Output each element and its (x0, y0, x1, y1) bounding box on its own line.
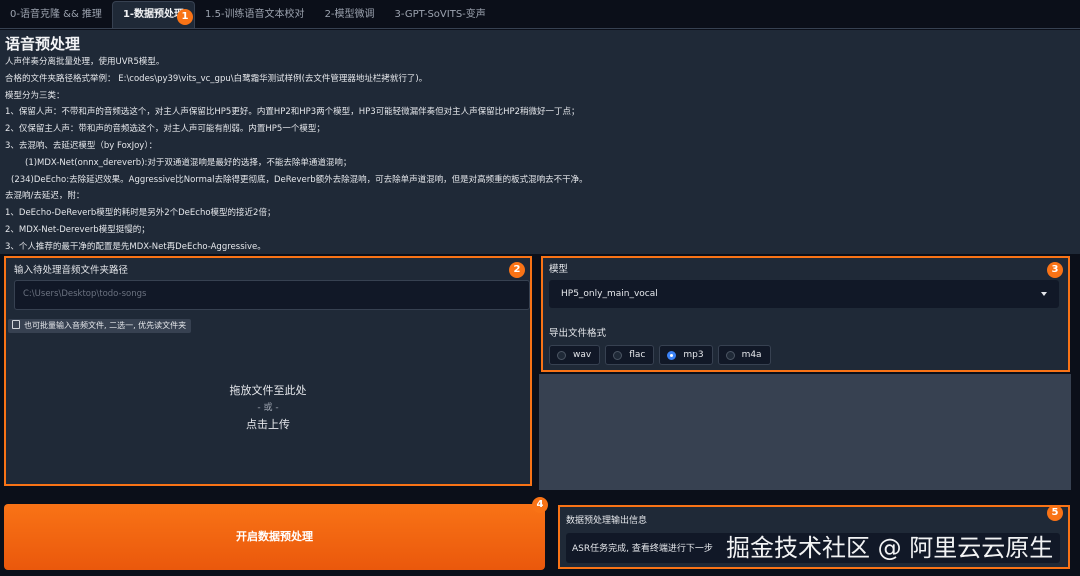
input-folder-panel: 输入待处理音频文件夹路径 C:\Users\Desktop\todo-songs… (4, 256, 532, 486)
radio-selected-icon (667, 350, 677, 360)
intro-section: 语音预处理 人声伴奏分离批量处理，使用UVR5模型。 合格的文件夹路径格式举例：… (0, 30, 1080, 254)
intro-line: 2、MDX-Net-Dereverb模型挺慢的； (5, 224, 150, 235)
format-option-label: wav (573, 350, 592, 360)
intro-line: 模型分为三类： (5, 90, 65, 101)
intro-line: 2、仅保留主人声：带和声的音频选这个，对主人声可能有削弱。内置HP5一个模型； (5, 124, 325, 135)
model-label: 模型 (549, 264, 569, 275)
chevron-down-icon (1041, 292, 1047, 296)
watermark: 掘金技术社区 @ 阿里云云原生 (726, 534, 1054, 562)
or-text: - 或 - (257, 403, 279, 413)
intro-line: 去混响/去延迟，附： (5, 191, 85, 202)
file-icon (12, 320, 20, 329)
format-option-flac[interactable]: flac (605, 345, 655, 365)
page-title: 语音预处理 (5, 35, 81, 53)
format-option-wav[interactable]: wav (549, 345, 601, 365)
format-option-label: mp3 (683, 350, 704, 360)
radio-icon (613, 350, 623, 360)
radio-icon (557, 350, 566, 360)
start-preprocess-button[interactable]: 开启数据预处理 (4, 504, 545, 570)
tab-bar: 0-语音克隆 && 推理 1-数据预处理 1.5-训练语音文本校对 2-模型微调… (0, 0, 1080, 29)
step-badge-4: 4 (532, 497, 548, 513)
radio-icon (725, 350, 735, 360)
drop-text: 拖放文件至此处 (229, 384, 307, 397)
intro-line: 1、保留人声：不带和声的音频选这个，对主人声保留比HP5更好。内置HP2和HP3… (5, 107, 580, 118)
format-option-mp3[interactable]: mp3 (659, 345, 713, 365)
step-badge-2: 2 (509, 262, 525, 278)
intro-line: 人声伴奏分离批量处理，使用UVR5模型。 (5, 57, 165, 67)
format-option-label: flac (629, 350, 646, 360)
intro-text: 人声伴奏分离批量处理，使用UVR5模型。 合格的文件夹路径格式举例： E:\co… (5, 54, 588, 256)
empty-panel-area (539, 374, 1071, 490)
model-dropdown[interactable]: HP5_only_main_vocal (549, 280, 1059, 308)
file-drop-zone[interactable]: 拖放文件至此处 - 或 - 点击上传 (6, 338, 530, 484)
tab-voice-clone[interactable]: 0-语音克隆 && 推理 (0, 2, 112, 28)
format-radio-group: wav flac mp3 m4a (549, 345, 771, 365)
upload-text[interactable]: 点击上传 (6, 416, 530, 432)
batch-files-hint: 也可批量输入音频文件, 二选一, 优先读文件夹 (8, 319, 192, 333)
intro-line: (1)MDX-Net(onnx_dereverb):对于双通道混响是最好的选择，… (25, 157, 352, 168)
tab-model-finetune[interactable]: 2-模型微调 (315, 2, 385, 28)
step-badge-5: 5 (1047, 505, 1063, 521)
format-option-m4a[interactable]: m4a (717, 345, 771, 365)
intro-line: 3、去混响、去延迟模型（by FoxJoy）： (5, 140, 158, 151)
intro-line: 3、个人推荐的最干净的配置是先MDX-Net再DeEcho-Aggressive… (5, 241, 266, 252)
model-settings-panel: 模型 HP5_only_main_vocal 导出文件格式 wav flac m… (541, 256, 1070, 372)
format-option-label: m4a (741, 350, 762, 360)
intro-line: (234)DeEcho:去除延迟效果。Aggressive比Normal去除得更… (11, 174, 588, 185)
step-badge-3: 3 (1047, 262, 1063, 278)
tab-sovits-voice-change[interactable]: 3-GPT-SoVITS-变声 (385, 2, 496, 28)
intro-line: 1、DeEcho-DeReverb模型的耗时是另外2个DeEcho模型的接近2倍… (5, 208, 276, 219)
output-label: 数据预处理输出信息 (566, 516, 648, 526)
intro-line: 合格的文件夹路径格式举例： E:\codes\py39\vits_vc_gpu\… (5, 73, 428, 84)
step-badge-1: 1 (177, 9, 193, 25)
format-label: 导出文件格式 (549, 328, 607, 339)
tab-text-proofread[interactable]: 1.5-训练语音文本校对 (195, 2, 315, 28)
input-folder-label: 输入待处理音频文件夹路径 (14, 265, 129, 276)
batch-files-hint-text: 也可批量输入音频文件, 二选一, 优先读文件夹 (24, 321, 187, 330)
input-folder-field[interactable]: C:\Users\Desktop\todo-songs (14, 280, 530, 310)
model-dropdown-value: HP5_only_main_vocal (561, 289, 658, 299)
